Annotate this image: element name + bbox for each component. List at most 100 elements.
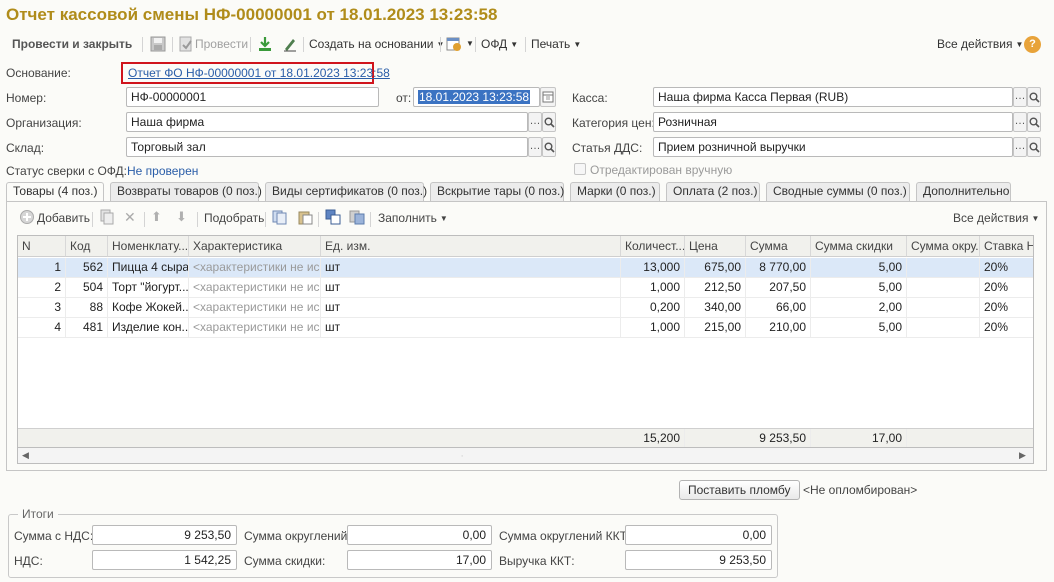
rounding-kkt-field: 0,00: [625, 525, 772, 545]
column-header-discount[interactable]: Сумма скидки: [811, 236, 907, 257]
cell-nomenclature: Торт "йогурт...: [108, 278, 189, 298]
dds-field[interactable]: Прием розничной выручки: [653, 137, 1013, 157]
basis-link[interactable]: Отчет ФО НФ-00000001 от 18.01.2023 13:23…: [128, 66, 390, 80]
add-row-button[interactable]: Добавить: [37, 211, 90, 225]
table-row[interactable]: 3 88 Кофе Жокей... <характеристики не ис…: [18, 298, 1033, 318]
kassa-open-icon[interactable]: [1027, 87, 1041, 107]
organization-select-button[interactable]: …: [528, 112, 542, 132]
organization-field[interactable]: Наша фирма: [126, 112, 528, 132]
cell-nomenclature: Кофе Жокей...: [108, 298, 189, 318]
ofd-status-link[interactable]: Не проверен: [127, 164, 198, 178]
cell-code: 88: [66, 298, 108, 318]
cell-vat-rate: 20%: [980, 258, 1033, 278]
delete-icon[interactable]: ✕: [124, 209, 140, 225]
column-header-price[interactable]: Цена: [685, 236, 746, 257]
fill-menu-button[interactable]: Заполнить ▼: [378, 211, 448, 225]
edit-signature-icon[interactable]: [282, 36, 298, 52]
organization-open-icon[interactable]: [542, 112, 556, 132]
chevron-down-icon: ▼: [573, 39, 582, 49]
chevron-down-icon[interactable]: ▼: [466, 39, 474, 48]
cell-rounding: [907, 298, 980, 318]
cell-characteristic: <характеристики не ис...: [189, 318, 321, 338]
column-header-n[interactable]: N: [18, 236, 66, 257]
download-icon[interactable]: [257, 36, 273, 52]
tab-container-opening[interactable]: Вскрытие тары (0 поз.): [430, 182, 564, 201]
cell-price: 212,50: [685, 278, 746, 298]
post-and-close-button[interactable]: Провести и закрыть: [12, 33, 132, 55]
tab-summary[interactable]: Сводные суммы (0 поз.): [766, 182, 910, 201]
cell-unit: шт: [321, 318, 621, 338]
table-footer: 15,200 9 253,50 17,00: [18, 428, 1033, 447]
kassa-field[interactable]: Наша фирма Касса Первая (RUB): [653, 87, 1013, 107]
table-row[interactable]: 2 504 Торт "йогурт... <характеристики не…: [18, 278, 1033, 298]
warehouse-open-icon[interactable]: [542, 137, 556, 157]
warehouse-field[interactable]: Торговый зал: [126, 137, 528, 157]
print-menu-button[interactable]: Печать ▼: [531, 33, 581, 55]
copy-row-icon[interactable]: [99, 209, 115, 225]
revenue-kkt-field: 9 253,50: [625, 550, 772, 570]
column-header-sum[interactable]: Сумма: [746, 236, 811, 257]
calendar-icon[interactable]: [540, 87, 556, 107]
cell-unit: шт: [321, 278, 621, 298]
price-category-open-icon[interactable]: [1027, 112, 1041, 132]
seal-status: <Не опломбирован>: [803, 483, 918, 497]
number-field[interactable]: НФ-00000001: [126, 87, 379, 107]
date-label: от:: [396, 91, 412, 105]
tab-certificates[interactable]: Виды сертификатов (0 поз.): [265, 182, 427, 201]
paste-icon[interactable]: [297, 209, 313, 225]
set-seal-button[interactable]: Поставить пломбу: [679, 480, 800, 500]
tab-goods[interactable]: Товары (4 поз.): [6, 182, 104, 202]
column-header-vat-rate[interactable]: Ставка Н...: [980, 236, 1033, 257]
tab-returns[interactable]: Возвраты товаров (0 поз.): [110, 182, 262, 201]
tab-additional[interactable]: Дополнительно: [916, 182, 1011, 201]
tab-payment[interactable]: Оплата (2 поз.): [666, 182, 760, 201]
scroll-right-icon[interactable]: ▶: [1019, 450, 1026, 461]
column-header-unit[interactable]: Ед. изм.: [321, 236, 621, 257]
dds-open-icon[interactable]: [1027, 137, 1041, 157]
table-row[interactable]: 4 481 Изделие кон... <характеристики не …: [18, 318, 1033, 338]
date-field[interactable]: 18.01.2023 13:23:58: [413, 87, 540, 107]
cell-sum: 66,00: [746, 298, 811, 318]
cell-discount: 2,00: [811, 298, 907, 318]
ofd-menu-button[interactable]: ОФД ▼: [481, 33, 518, 55]
edited-manually-checkbox[interactable]: [574, 163, 586, 175]
column-header-characteristic[interactable]: Характеристика: [189, 236, 321, 257]
create-based-button[interactable]: Создать на основании▼: [309, 33, 444, 55]
post-icon: [178, 36, 194, 52]
cell-rounding: [907, 318, 980, 338]
cell-n: 1: [18, 258, 66, 278]
save-icon[interactable]: [150, 36, 166, 52]
copy-rows-icon[interactable]: [325, 209, 341, 225]
move-up-icon[interactable]: ⬆: [151, 209, 167, 225]
all-actions-button[interactable]: Все действия ▼: [937, 33, 1023, 55]
pick-button[interactable]: Подобрать: [204, 211, 264, 225]
kassa-select-button[interactable]: …: [1013, 87, 1027, 107]
cell-characteristic: <характеристики не ис...: [189, 258, 321, 278]
ofd-status-label: Статус сверки с ОФД:: [6, 164, 127, 178]
dds-select-button[interactable]: …: [1013, 137, 1027, 157]
price-category-select-button[interactable]: …: [1013, 112, 1027, 132]
grid-all-actions-button[interactable]: Все действия ▼: [953, 211, 1039, 225]
move-down-icon[interactable]: ⬇: [176, 209, 192, 225]
vat-label: НДС:: [14, 554, 43, 568]
cell-unit: шт: [321, 258, 621, 278]
post-button[interactable]: Провести: [195, 33, 248, 55]
column-header-nomenclature[interactable]: Номенклату...: [108, 236, 189, 257]
goods-table[interactable]: N Код Номенклату... Характеристика Ед. и…: [17, 235, 1034, 448]
help-icon[interactable]: ?: [1024, 36, 1041, 53]
cell-discount: 5,00: [811, 258, 907, 278]
warehouse-label: Склад:: [6, 141, 45, 155]
table-row[interactable]: 1 562 Пицца 4 сыра <характеристики не ис…: [18, 258, 1033, 278]
tab-marks[interactable]: Марки (0 поз.): [570, 182, 660, 201]
warehouse-select-button[interactable]: …: [528, 137, 542, 157]
column-header-quantity[interactable]: Количест...: [621, 236, 685, 257]
document-calendar-icon[interactable]: [446, 36, 462, 52]
scroll-thumb-grip-icon: ∙: [461, 451, 464, 460]
copy-icon[interactable]: [272, 209, 288, 225]
paste-rows-icon[interactable]: [349, 209, 365, 225]
horizontal-scrollbar[interactable]: ◀ ∙ ▶: [17, 448, 1034, 464]
column-header-rounding[interactable]: Сумма окру...: [907, 236, 980, 257]
column-header-code[interactable]: Код: [66, 236, 108, 257]
scroll-left-icon[interactable]: ◀: [22, 450, 29, 461]
price-category-field[interactable]: Розничная: [653, 112, 1013, 132]
